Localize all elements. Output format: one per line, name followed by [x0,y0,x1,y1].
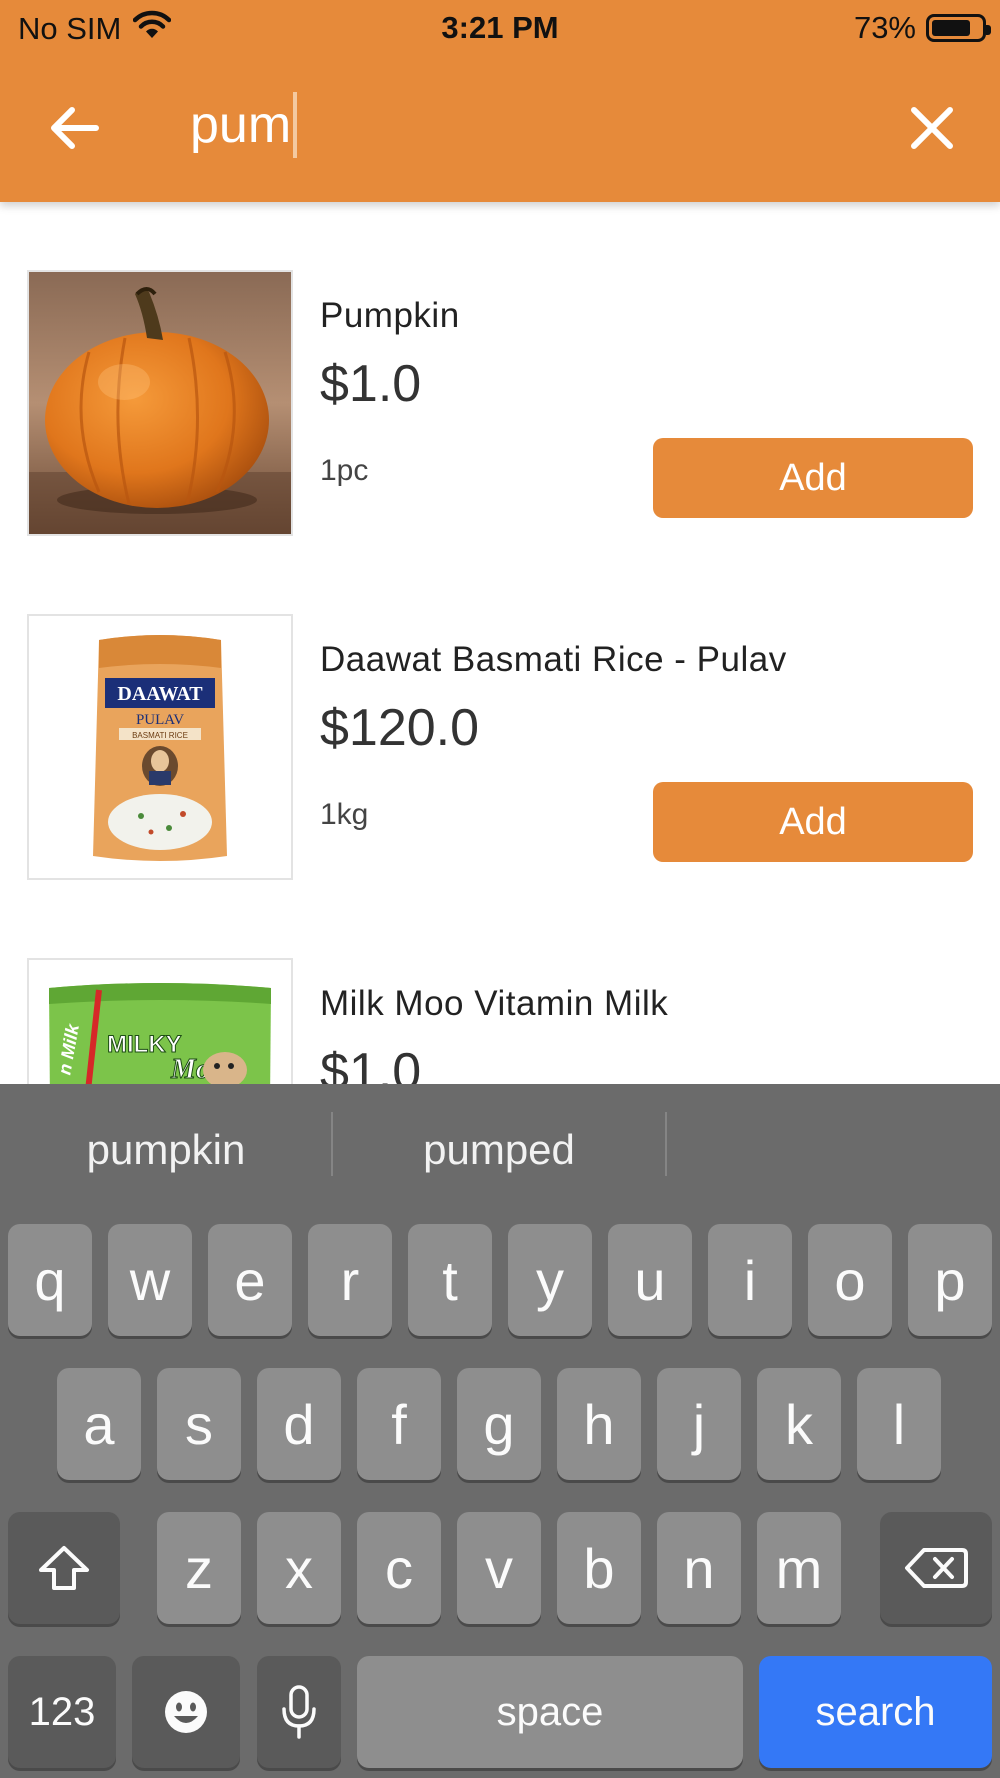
product-unit: 1pc [320,454,369,487]
numbers-key[interactable]: 123 [8,1656,116,1768]
key-v[interactable]: v [457,1512,541,1624]
key-q[interactable]: q [8,1224,92,1336]
product-name: Pumpkin [320,296,460,335]
key-i[interactable]: i [708,1224,792,1336]
key-z[interactable]: z [157,1512,241,1624]
shift-key[interactable] [8,1512,120,1624]
search-input[interactable]: pum [190,92,298,158]
key-m[interactable]: m [757,1512,841,1624]
key-r[interactable]: r [308,1224,392,1336]
bag-variant-text: PULAV [136,712,184,728]
product-list[interactable]: Pumpkin $1.0 1pc Add DAAWAT PULAV BASMAT… [0,202,1000,1084]
product-price: $1.0 [320,355,422,413]
key-p[interactable]: p [908,1224,992,1336]
bag-brand-text: DAAWAT [117,683,203,705]
product-name: Milk Moo Vitamin Milk [320,984,669,1023]
product-price: $120.0 [320,699,480,757]
key-c[interactable]: c [357,1512,441,1624]
battery-icon [926,14,991,42]
key-w[interactable]: w [108,1224,192,1336]
suggestion-pumpkin[interactable]: pumpkin [0,1084,332,1216]
status-bar: No SIM 3:21 PM 73% [0,0,1000,56]
space-key[interactable]: space [357,1656,743,1768]
on-screen-keyboard: pumpkin pumped q w e r t y u i o p a s d… [0,1084,1000,1778]
rice-bag-image: DAAWAT PULAV BASMATI RICE [27,614,293,880]
suggestion-pumped[interactable]: pumped [333,1084,665,1216]
back-arrow-icon [51,107,99,149]
key-g[interactable]: g [457,1368,541,1480]
battery-fill [932,20,970,36]
list-item: Pumpkin $1.0 1pc Add [0,268,1000,568]
search-toolbar: pum [0,72,1000,182]
battery-tip [986,25,991,35]
key-j[interactable]: j [657,1368,741,1480]
emoji-key[interactable] [132,1656,240,1768]
status-time: 3:21 PM [441,10,559,45]
add-button[interactable]: Add [653,438,973,518]
pumpkin-image [27,270,293,536]
key-o[interactable]: o [808,1224,892,1336]
key-a[interactable]: a [57,1368,141,1480]
list-item: n Milk MILKY Moo Milk Moo Vitamin Milk $… [0,956,1000,1084]
backspace-key[interactable] [880,1512,992,1624]
key-f[interactable]: f [357,1368,441,1480]
product-price: $1.0 [320,1043,422,1084]
key-u[interactable]: u [608,1224,692,1336]
product-unit: 1kg [320,798,369,831]
key-s[interactable]: s [157,1368,241,1480]
status-right: 73% [853,10,991,46]
shift-icon [39,1546,89,1590]
product-name: Daawat Basmati Rice - Pulav [320,640,787,679]
milk-pack-image: n Milk MILKY Moo [27,958,293,1084]
close-icon [911,107,953,149]
add-button[interactable]: Add [653,782,973,862]
text-caret [293,92,298,158]
keyboard-suggestions: pumpkin pumped [0,1084,1000,1216]
microphone-key[interactable] [257,1656,341,1768]
battery-percent: 73% [853,10,916,45]
search-key[interactable]: search [759,1656,992,1768]
app-header: No SIM 3:21 PM 73% pum [0,0,1000,202]
suggestion-empty[interactable] [667,1084,1000,1216]
clear-search-button[interactable] [904,100,960,156]
key-b[interactable]: b [557,1512,641,1624]
list-item: DAAWAT PULAV BASMATI RICE Daawat Basmati… [0,612,1000,912]
key-x[interactable]: x [257,1512,341,1624]
search-input-value: pum [190,96,292,154]
key-t[interactable]: t [408,1224,492,1336]
microphone-icon [282,1685,316,1739]
bag-subtitle-text: BASMATI RICE [132,731,188,740]
key-l[interactable]: l [857,1368,941,1480]
backspace-icon [905,1548,968,1588]
key-e[interactable]: e [208,1224,292,1336]
key-k[interactable]: k [757,1368,841,1480]
key-d[interactable]: d [257,1368,341,1480]
key-n[interactable]: n [657,1512,741,1624]
emoji-icon [165,1691,207,1733]
key-h[interactable]: h [557,1368,641,1480]
back-button[interactable] [44,100,104,156]
key-y[interactable]: y [508,1224,592,1336]
